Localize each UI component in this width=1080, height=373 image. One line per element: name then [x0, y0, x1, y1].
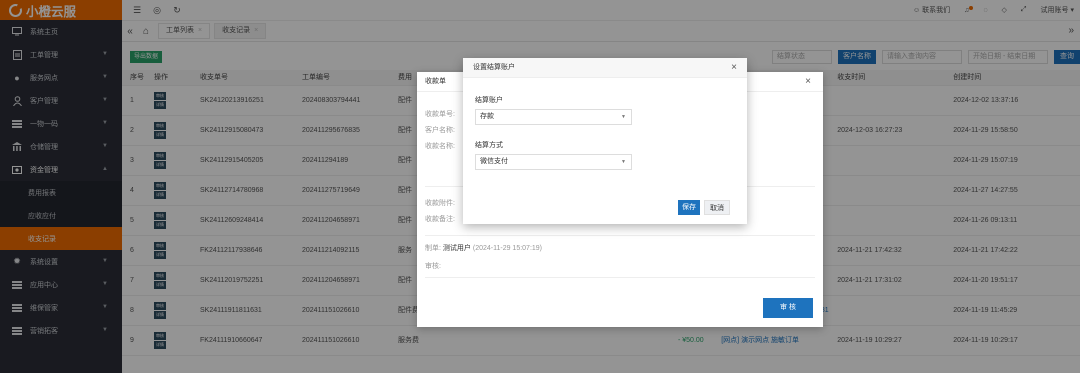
method-value: 微信支付	[480, 158, 508, 165]
divider	[425, 277, 815, 278]
remark-label: 收款备注:	[425, 216, 455, 223]
maker-value: 测试用户	[442, 245, 471, 252]
method-select[interactable]: 微信支付 ▼	[475, 154, 632, 170]
maker-label: 制单:	[425, 245, 441, 252]
bill-no-label: 收款单号:	[425, 111, 455, 118]
account-label: 结算账户	[475, 97, 503, 104]
close-icon[interactable]: ×	[805, 72, 811, 92]
settle-modal-title: 设置结算账户	[473, 64, 515, 71]
divider	[425, 235, 815, 236]
maker-info: 制单: 测试用户 (2024-11-29 15:07:19)	[425, 243, 542, 253]
account-value: 存款	[480, 113, 494, 120]
save-button[interactable]: 保存	[678, 200, 700, 215]
receipt-modal-title: 收款单	[425, 78, 446, 85]
receipt-name-label: 收款名称:	[425, 143, 455, 150]
audit-label: 审核:	[425, 263, 441, 270]
chevron-down-icon: ▼	[621, 114, 626, 120]
settle-modal-header: 设置结算账户 ×	[463, 58, 747, 78]
maker-time: (2024-11-29 15:07:19)	[472, 245, 543, 252]
customer-label: 客户名称:	[425, 127, 455, 134]
account-select[interactable]: 存款 ▼	[475, 109, 632, 125]
cancel-button[interactable]: 取消	[704, 200, 730, 215]
method-label: 结算方式	[475, 142, 503, 149]
close-icon[interactable]: ×	[731, 58, 737, 78]
settle-account-modal: 设置结算账户 × 结算账户 存款 ▼ 结算方式 微信支付 ▼ 保存 取消	[463, 58, 747, 224]
audit-button[interactable]: 审 核	[763, 298, 813, 318]
attach-label: 收款附件:	[425, 200, 455, 207]
chevron-down-icon: ▼	[621, 159, 626, 165]
